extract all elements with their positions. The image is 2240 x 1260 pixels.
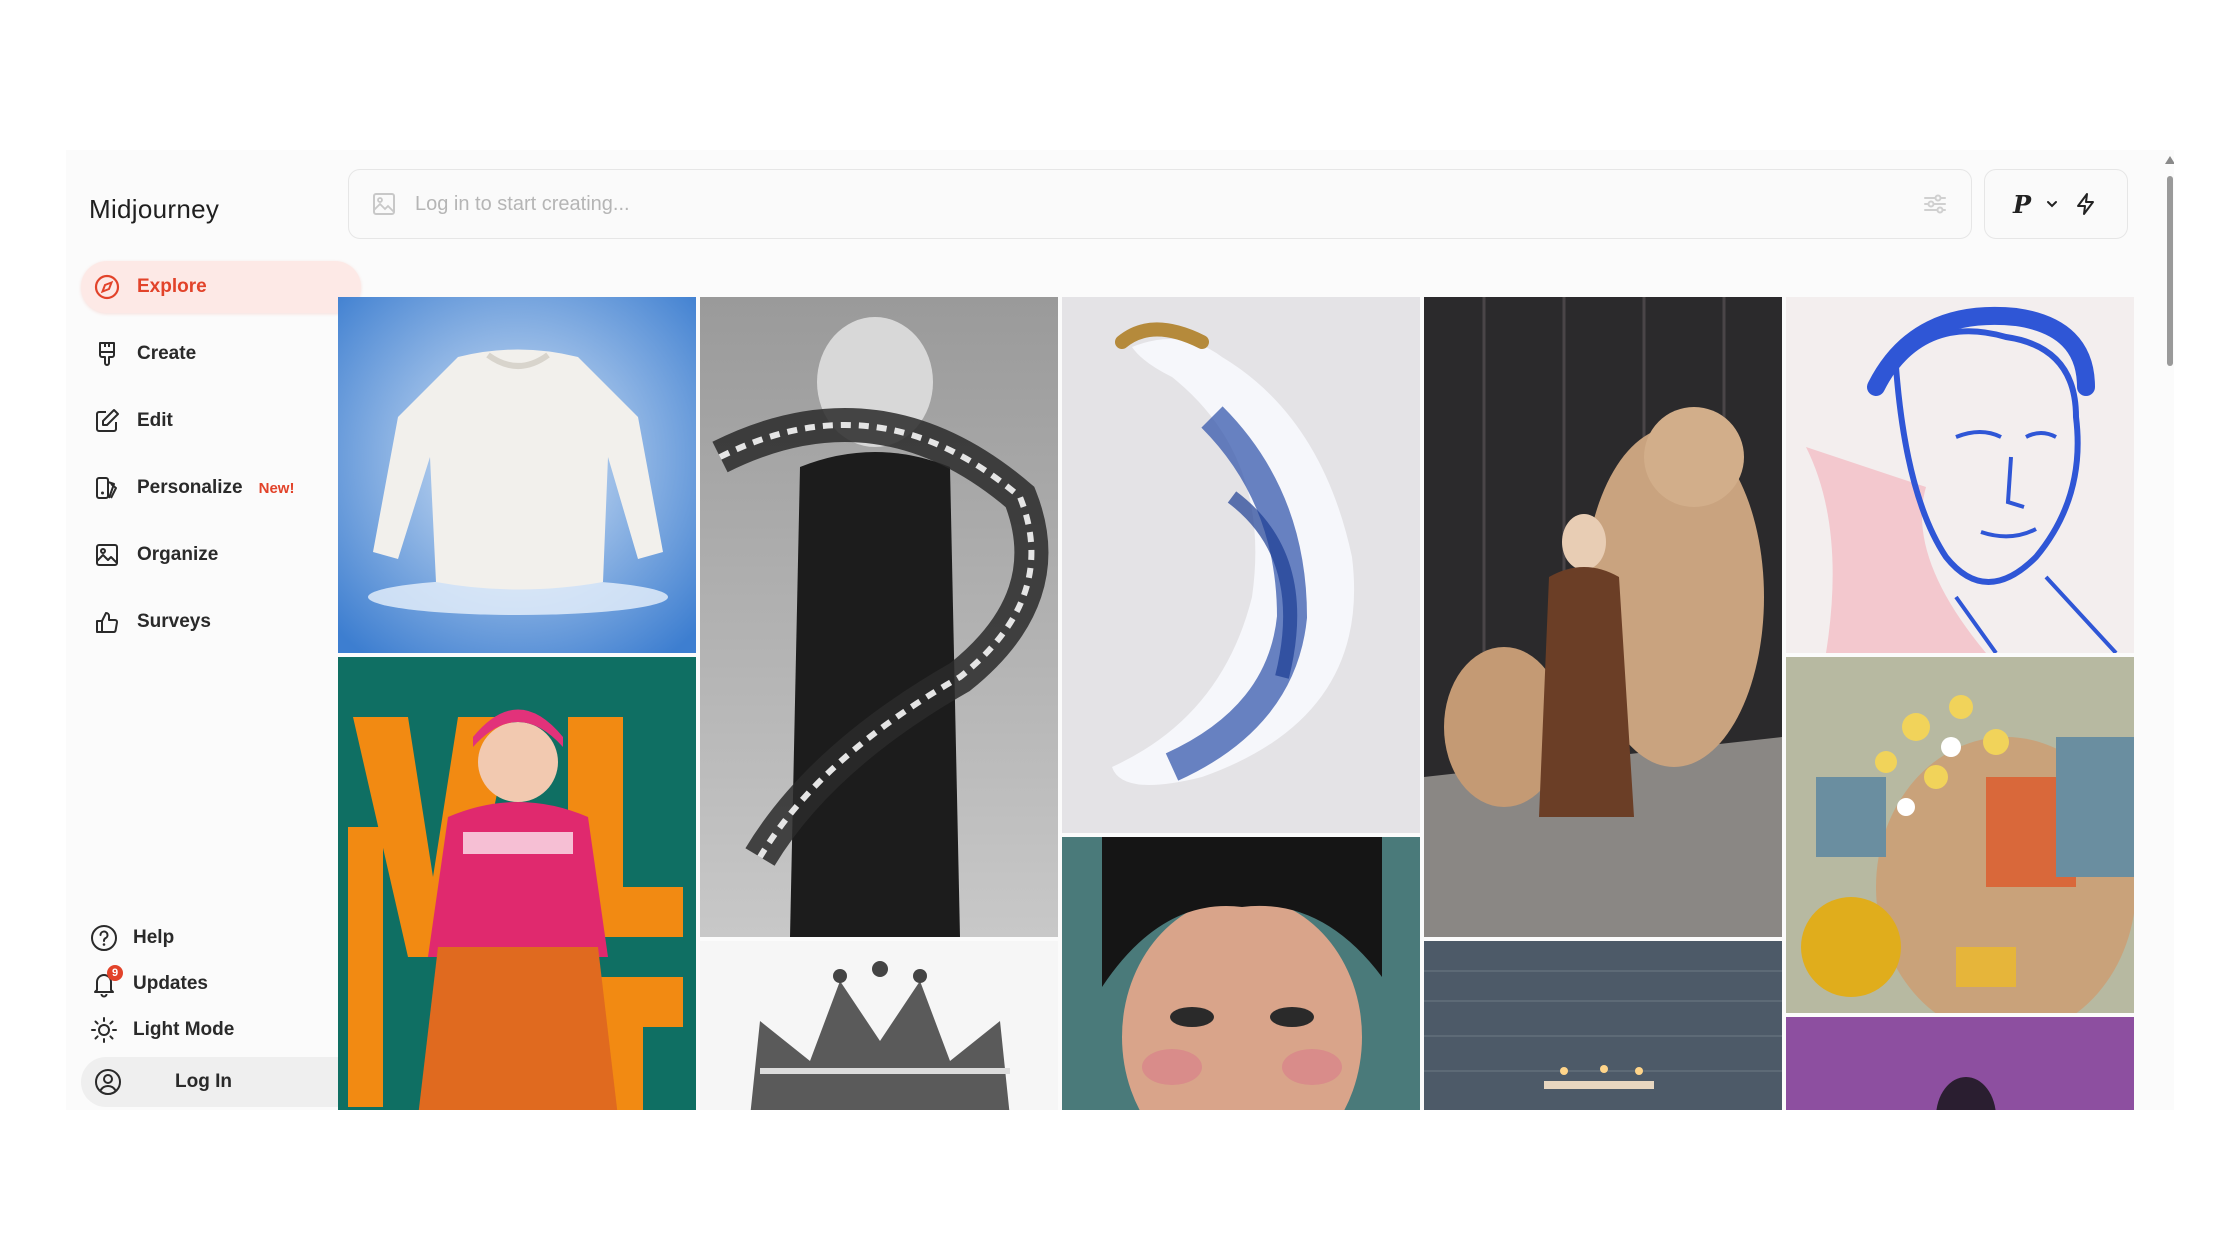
sidebar-item-surveys[interactable]: Surveys bbox=[81, 596, 361, 648]
prompt-input[interactable] bbox=[413, 191, 1921, 217]
new-badge: New! bbox=[258, 479, 295, 497]
sidebar-item-organize[interactable]: Organize bbox=[81, 529, 361, 581]
image-gallery bbox=[338, 297, 2134, 1110]
mode-label: P bbox=[2012, 189, 2032, 219]
crown-engraving-image[interactable] bbox=[700, 941, 1058, 1110]
sidebar-item-label: Personalize bbox=[137, 477, 243, 498]
help-icon bbox=[89, 923, 119, 953]
sidebar-item-label: Surveys bbox=[137, 611, 211, 632]
purple-portrait-image[interactable] bbox=[1786, 1017, 2134, 1110]
settings-sliders-icon[interactable] bbox=[1921, 190, 1949, 218]
brand-logo[interactable]: Midjourney bbox=[89, 194, 219, 225]
help-link[interactable]: Help bbox=[89, 915, 361, 961]
sidebar-item-edit[interactable]: Edit bbox=[81, 395, 361, 447]
prompt-bar bbox=[348, 169, 1972, 239]
updates-count-badge: 9 bbox=[107, 965, 123, 981]
sidebar-item-create[interactable]: Create bbox=[81, 328, 361, 380]
sidebar-item-personalize[interactable]: Personalize New! bbox=[81, 462, 361, 514]
poodle-fashion-image[interactable] bbox=[1424, 297, 1782, 937]
flower-collage-image[interactable] bbox=[1786, 657, 2134, 1013]
typography-portrait-image[interactable] bbox=[700, 297, 1058, 937]
freckled-portrait-image[interactable] bbox=[1062, 837, 1420, 1110]
anime-poster-image[interactable] bbox=[338, 657, 696, 1110]
sidebar-item-label: Explore bbox=[137, 276, 207, 297]
sidebar-item-explore[interactable]: Explore bbox=[81, 261, 361, 313]
light-mode-label: Light Mode bbox=[133, 1019, 235, 1040]
porcelain-banana-image[interactable] bbox=[1062, 297, 1420, 833]
sidebar-item-label: Create bbox=[137, 343, 197, 364]
app-window: Midjourney Explore Create Edit Personali… bbox=[66, 150, 2174, 1110]
edit-icon bbox=[93, 407, 121, 435]
personalize-icon bbox=[93, 474, 121, 502]
brush-icon bbox=[93, 340, 121, 368]
chevron-down-icon[interactable] bbox=[2045, 197, 2059, 211]
mode-selector[interactable]: P bbox=[1984, 169, 2128, 239]
white-sweater-image[interactable] bbox=[338, 297, 696, 653]
image-upload-icon[interactable] bbox=[371, 191, 397, 217]
scroll-up-arrow[interactable] bbox=[2165, 156, 2174, 164]
compass-icon bbox=[93, 273, 121, 301]
sketch-portrait-image[interactable] bbox=[1786, 297, 2134, 653]
updates-link[interactable]: 9 Updates bbox=[89, 961, 361, 1007]
sea-dinner-image[interactable] bbox=[1424, 941, 1782, 1110]
bell-icon: 9 bbox=[89, 965, 123, 999]
lightning-icon[interactable] bbox=[2073, 191, 2099, 217]
login-button[interactable]: Log In bbox=[81, 1057, 361, 1107]
sidebar-item-label: Organize bbox=[137, 544, 219, 565]
image-folder-icon bbox=[93, 541, 121, 569]
login-label: Log In bbox=[175, 1071, 232, 1092]
light-mode-toggle[interactable]: Light Mode bbox=[89, 1007, 361, 1053]
thumbs-up-icon bbox=[93, 608, 121, 636]
user-circle-icon bbox=[93, 1067, 123, 1097]
sidebar-item-label: Edit bbox=[137, 410, 173, 431]
sidebar-nav: Explore Create Edit Personalize New! Org… bbox=[81, 261, 361, 663]
help-label: Help bbox=[133, 927, 175, 948]
sidebar-bottom-nav: Help 9 Updates Light Mode bbox=[89, 915, 361, 1053]
sun-icon bbox=[89, 1015, 119, 1045]
scrollbar-thumb[interactable] bbox=[2167, 176, 2173, 366]
updates-label: Updates bbox=[133, 973, 208, 994]
